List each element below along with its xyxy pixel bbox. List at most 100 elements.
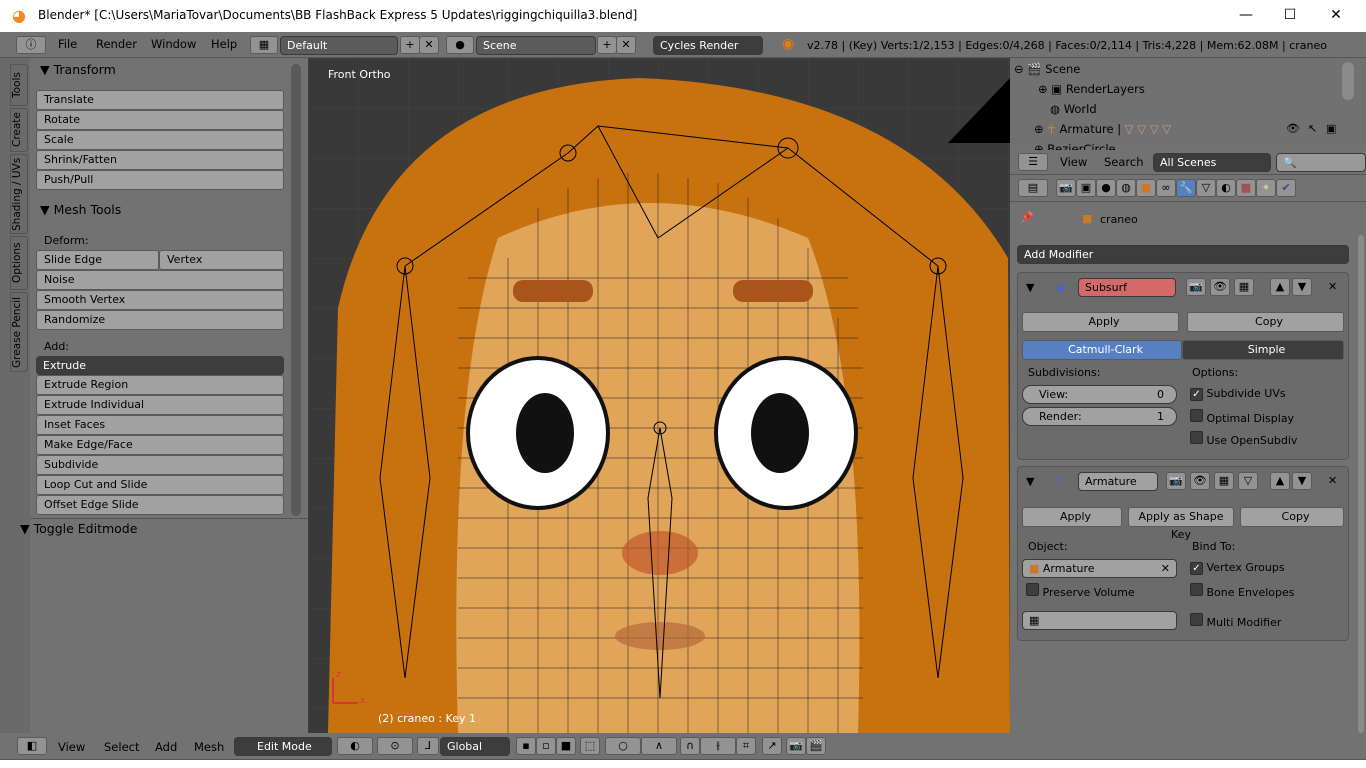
translate-button[interactable]: Translate [36,90,284,110]
snap-target-icon[interactable]: ⌗ [736,737,756,755]
simple-button[interactable]: Simple [1182,340,1344,360]
add-scene-icon[interactable]: + [597,36,617,54]
3d-viewport[interactable]: Front Ortho z x (2) craneo : Key 1 [308,58,1010,733]
transform-panel-header[interactable]: ▼ Transform [40,62,116,77]
tab-options[interactable]: Options [10,236,28,290]
outliner-item-armature[interactable]: ⊕ ☥ Armature | ▽ ▽ ▽ ▽ [1034,122,1171,136]
world-tab-icon[interactable]: ◍ [1116,179,1136,197]
view-subdivisions-field[interactable]: View: 0 [1022,385,1177,404]
viewport-shading-icon[interactable]: ◐ [337,737,373,755]
minimize-button[interactable]: — [1226,4,1266,26]
display-mode-dropdown[interactable]: All Scenes [1153,153,1271,172]
layers-icon[interactable]: ↗ [762,737,782,755]
menu-render[interactable]: Render [96,37,137,51]
add-modifier-dropdown[interactable]: Add Modifier [1017,245,1349,264]
subdivide-button[interactable]: Subdivide [36,455,284,475]
render-engine-dropdown[interactable]: Cycles Render [653,36,763,55]
add-layout-icon[interactable]: + [400,36,420,54]
bone-envelopes-checkbox[interactable]: Bone Envelopes [1190,583,1294,599]
outliner-view-menu[interactable]: View [1060,155,1087,169]
properties-editor-icon[interactable]: ▤ [1018,179,1048,197]
snap-magnet-icon[interactable]: ∩ [680,737,700,755]
tab-create[interactable]: Create [10,108,28,152]
vertex-groups-checkbox[interactable]: ✓ Vertex Groups [1190,561,1285,575]
shrink-fatten-button[interactable]: Shrink/Fatten [36,150,284,170]
snap-element-icon[interactable]: ⫲ [700,737,736,755]
manipulator-icon[interactable]: ⅃ [417,737,439,755]
toggle-editmode-header[interactable]: ▼ Toggle Editmode [20,521,137,536]
remove-modifier-icon[interactable]: ✕ [1328,474,1337,487]
constraints-tab-icon[interactable]: ∞ [1156,179,1176,197]
vertex-group-field[interactable]: ▦ [1022,611,1177,630]
loop-cut-slide-button[interactable]: Loop Cut and Slide [36,475,284,495]
menu-help[interactable]: Help [211,37,237,51]
apply-button[interactable]: Apply [1022,507,1122,527]
close-button[interactable]: ✕ [1316,4,1356,26]
apply-as-shape-key-button[interactable]: Apply as Shape Key [1128,507,1234,541]
extrude-region-button[interactable]: Extrude Region [36,375,284,395]
rotate-button[interactable]: Rotate [36,110,284,130]
move-down-icon[interactable]: ▼ [1292,278,1312,296]
noise-button[interactable]: Noise [36,270,284,290]
particles-tab-icon[interactable]: ✦ [1256,179,1276,197]
render-subdivisions-field[interactable]: Render: 1 [1022,407,1177,426]
outliner-editor-icon[interactable]: ☰ [1018,153,1048,171]
armature-object-field[interactable]: ■ Armature ✕ [1022,559,1177,578]
collapse-icon[interactable]: ▼ [1026,475,1034,488]
remove-layout-icon[interactable]: ✕ [419,36,439,54]
display-toggle-icon[interactable]: 👁 [1210,278,1230,296]
extrude-dropdown[interactable]: Extrude [36,356,284,375]
tab-tools[interactable]: Tools [10,64,28,106]
maximize-button[interactable]: ☐ [1270,4,1310,26]
armature-name-field[interactable]: Armature [1078,472,1158,491]
scale-button[interactable]: Scale [36,130,284,150]
menu-file[interactable]: File [58,37,77,51]
outliner-search-input[interactable]: 🔍 [1276,153,1366,172]
tab-shading-uvs[interactable]: Shading / UVs [10,154,28,234]
offset-edge-slide-button[interactable]: Offset Edge Slide [36,495,284,515]
extrude-individual-button[interactable]: Extrude Individual [36,395,284,415]
copy-button[interactable]: Copy [1187,312,1344,332]
inset-faces-button[interactable]: Inset Faces [36,415,284,435]
slide-vertex-button[interactable]: Vertex [159,250,284,270]
outliner-scrollbar[interactable] [1342,62,1354,100]
modifiers-wrench-tab-icon[interactable]: 🔧 [1176,179,1196,197]
object-tab-icon[interactable]: ■ [1136,179,1156,197]
subsurf-name-field[interactable]: Subsurf [1078,278,1176,297]
menu-mesh[interactable]: Mesh [194,740,224,754]
remove-scene-icon[interactable]: ✕ [616,36,636,54]
preserve-volume-checkbox[interactable]: Preserve Volume [1026,583,1135,599]
tool-shelf-scrollbar[interactable] [291,64,301,516]
face-select-icon[interactable]: ■ [556,737,576,755]
opengl-render-icon[interactable]: 📷 [786,737,806,755]
limit-selection-icon[interactable]: ⬚ [580,737,600,755]
select-arrow-icon[interactable]: ↖ [1308,122,1317,135]
make-edge-face-button[interactable]: Make Edge/Face [36,435,284,455]
mode-dropdown[interactable]: Edit Mode [234,737,332,756]
multi-modifier-checkbox[interactable]: Multi Modifier [1190,613,1281,629]
outliner-item-renderlayers[interactable]: ⊕ ▣ RenderLayers [1038,82,1145,96]
render-toggle-icon[interactable]: 📷 [1166,472,1186,490]
render-toggle-icon[interactable]: 📷 [1186,278,1206,296]
outliner-item-world[interactable]: ◍ World [1050,102,1097,116]
edge-select-icon[interactable]: ▫ [536,737,556,755]
data-tab-icon[interactable]: ▽ [1196,179,1216,197]
collapse-icon[interactable]: ▼ [1026,281,1034,294]
opengl-animation-icon[interactable]: 🎬 [806,737,826,755]
menu-view[interactable]: View [58,740,85,754]
use-opensubdiv-checkbox[interactable]: Use OpenSubdiv [1190,431,1297,447]
vertex-select-icon[interactable]: ▪ [516,737,536,755]
layout-field[interactable]: Default [280,36,398,55]
move-up-icon[interactable]: ▲ [1270,278,1290,296]
editor-type-3dview-icon[interactable]: ◧ [17,737,47,755]
move-down-icon[interactable]: ▼ [1292,472,1312,490]
outliner-item-beziercircle[interactable]: ⊕ BezierCircle [1034,142,1116,150]
texture-tab-icon[interactable]: ▩ [1236,179,1256,197]
falloff-icon[interactable]: ∧ [641,737,677,755]
optimal-display-checkbox[interactable]: Optimal Display [1190,409,1294,425]
catmull-clark-button[interactable]: Catmull-Clark [1022,340,1182,360]
clear-icon[interactable]: ✕ [1161,560,1170,577]
subdivide-uvs-checkbox[interactable]: ✓ Subdivide UVs [1190,387,1286,401]
render-tab-icon[interactable]: 📷 [1056,179,1076,197]
pin-icon[interactable]: 📌 [1020,211,1034,224]
